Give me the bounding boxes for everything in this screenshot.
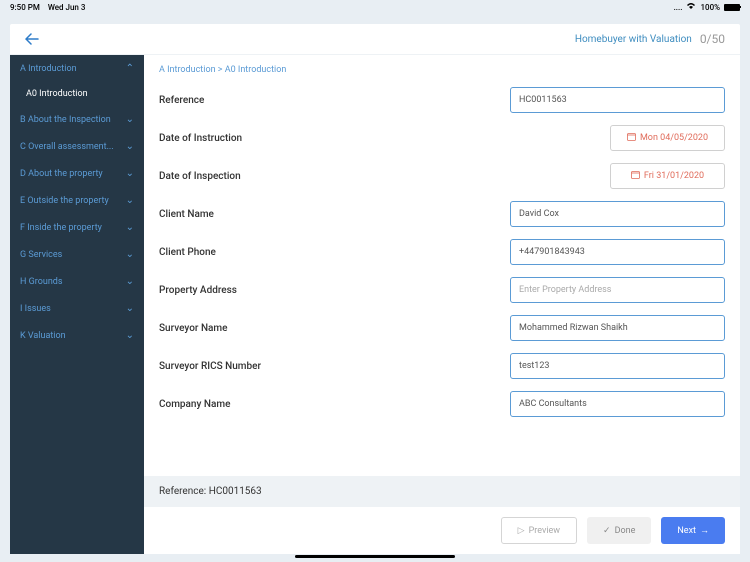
sidebar-item-label: B About the Inspection [20, 115, 111, 125]
property-address-label: Property Address [159, 285, 237, 296]
calendar-icon [631, 170, 640, 182]
sidebar-item-a-introduction[interactable]: A Introduction ⌃ [10, 55, 144, 82]
date-inspection-button[interactable]: Fri 31/01/2020 [610, 163, 725, 189]
chevron-down-icon: ⌄ [126, 276, 134, 287]
button-label: Done [615, 526, 636, 536]
reference-input[interactable] [510, 87, 725, 113]
play-icon: ▷ [518, 526, 525, 536]
home-indicator[interactable] [295, 555, 455, 558]
sidebar-item-label: D About the property [20, 169, 103, 179]
form-row-client-name: Client Name [159, 201, 725, 227]
form-row-reference: Reference [159, 87, 725, 113]
wifi-icon [686, 2, 696, 12]
sidebar-item-label: H Grounds [20, 277, 63, 287]
content-area: A Introduction > A0 Introduction Referen… [144, 55, 740, 554]
date-value: Fri 31/01/2020 [644, 171, 704, 181]
client-phone-label: Client Phone [159, 247, 216, 258]
button-label: Preview [529, 526, 560, 536]
date-instruction-button[interactable]: Mon 04/05/2020 [610, 125, 725, 151]
chevron-down-icon: ⌄ [126, 141, 134, 152]
sidebar-item-label: E Outside the property [20, 196, 109, 206]
header-title-group: Homebuyer with Valuation 0/50 [575, 32, 725, 46]
sidebar-item-label: A0 Introduction [26, 89, 88, 99]
form-row-surveyor-name: Surveyor Name [159, 315, 725, 341]
chevron-down-icon: ⌄ [126, 114, 134, 125]
back-button[interactable] [25, 30, 39, 49]
sidebar-item-e-outside-property[interactable]: E Outside the property ⌄ [10, 187, 144, 214]
top-header: Homebuyer with Valuation 0/50 [10, 24, 740, 55]
button-label: Next [677, 526, 696, 536]
date-inspection-label: Date of Inspection [159, 171, 241, 182]
header-title: Homebuyer with Valuation [575, 34, 692, 45]
form-row-property-address: Property Address [159, 277, 725, 303]
sidebar-item-g-services[interactable]: G Services ⌄ [10, 241, 144, 268]
chevron-down-icon: ⌄ [126, 222, 134, 233]
breadcrumb[interactable]: A Introduction > A0 Introduction [144, 55, 740, 75]
sidebar-item-b-about-inspection[interactable]: B About the Inspection ⌄ [10, 106, 144, 133]
company-name-input[interactable] [510, 391, 725, 417]
status-right: .... 100% [674, 2, 740, 12]
chevron-down-icon: ⌄ [126, 303, 134, 314]
chevron-down-icon: ⌄ [126, 330, 134, 341]
property-address-input[interactable] [510, 277, 725, 303]
date-instruction-label: Date of Instruction [159, 133, 242, 144]
sidebar-item-label: F Inside the property [20, 223, 102, 233]
sidebar-item-i-issues[interactable]: I Issues ⌄ [10, 295, 144, 322]
reference-label: Reference [159, 95, 204, 106]
chevron-up-icon: ⌃ [126, 63, 134, 74]
form-row-date-inspection: Date of Inspection Fri 31/01/2020 [159, 163, 725, 189]
battery-icon [724, 4, 740, 11]
chevron-down-icon: ⌄ [126, 249, 134, 260]
sidebar-item-f-inside-property[interactable]: F Inside the property ⌄ [10, 214, 144, 241]
done-button[interactable]: ✓ Done [587, 517, 651, 544]
sidebar: A Introduction ⌃ A0 Introduction B About… [10, 55, 144, 554]
company-name-label: Company Name [159, 399, 230, 410]
form-row-company-name: Company Name [159, 391, 725, 417]
sidebar-item-k-valuation[interactable]: K Valuation ⌄ [10, 322, 144, 349]
status-bar: 9:50 PM Wed Jun 3 .... 100% [0, 0, 750, 14]
surveyor-rics-label: Surveyor RICS Number [159, 361, 261, 372]
header-counter: 0/50 [700, 32, 725, 46]
client-name-label: Client Name [159, 209, 214, 220]
surveyor-name-label: Surveyor Name [159, 323, 228, 334]
form-row-client-phone: Client Phone [159, 239, 725, 265]
sidebar-subitem-a0-introduction[interactable]: A0 Introduction [10, 82, 144, 106]
status-time: 9:50 PM [10, 3, 40, 12]
next-button[interactable]: Next → [661, 517, 725, 544]
reference-bar: Reference: HC0011563 [144, 476, 740, 507]
app-container: Homebuyer with Valuation 0/50 A Introduc… [10, 24, 740, 554]
footer-actions: ▷ Preview ✓ Done Next → [144, 507, 740, 554]
check-icon: ✓ [603, 526, 611, 536]
sidebar-item-d-about-property[interactable]: D About the property ⌄ [10, 160, 144, 187]
sidebar-item-h-grounds[interactable]: H Grounds ⌄ [10, 268, 144, 295]
form-row-date-instruction: Date of Instruction Mon 04/05/2020 [159, 125, 725, 151]
sidebar-item-c-overall-assessment[interactable]: C Overall assessment... ⌄ [10, 133, 144, 160]
battery-percent: 100% [700, 3, 720, 12]
signal-icon: .... [674, 3, 683, 12]
sidebar-item-label: G Services [20, 250, 62, 260]
client-phone-input[interactable] [510, 239, 725, 265]
chevron-down-icon: ⌄ [126, 195, 134, 206]
sidebar-item-label: C Overall assessment... [20, 142, 114, 152]
chevron-down-icon: ⌄ [126, 168, 134, 179]
date-value: Mon 04/05/2020 [640, 133, 708, 143]
main-layout: A Introduction ⌃ A0 Introduction B About… [10, 55, 740, 554]
status-date: Wed Jun 3 [48, 3, 86, 12]
sidebar-item-label: I Issues [20, 304, 51, 314]
sidebar-item-label: A Introduction [20, 64, 77, 74]
surveyor-name-input[interactable] [510, 315, 725, 341]
client-name-input[interactable] [510, 201, 725, 227]
status-left: 9:50 PM Wed Jun 3 [10, 3, 85, 12]
arrow-right-icon: → [700, 525, 709, 536]
form-section: Reference Date of Instruction Mon 04/05/… [144, 75, 740, 476]
preview-button[interactable]: ▷ Preview [501, 517, 577, 544]
form-row-surveyor-rics: Surveyor RICS Number [159, 353, 725, 379]
calendar-icon [627, 132, 636, 144]
surveyor-rics-input[interactable] [510, 353, 725, 379]
sidebar-item-label: K Valuation [20, 331, 66, 341]
